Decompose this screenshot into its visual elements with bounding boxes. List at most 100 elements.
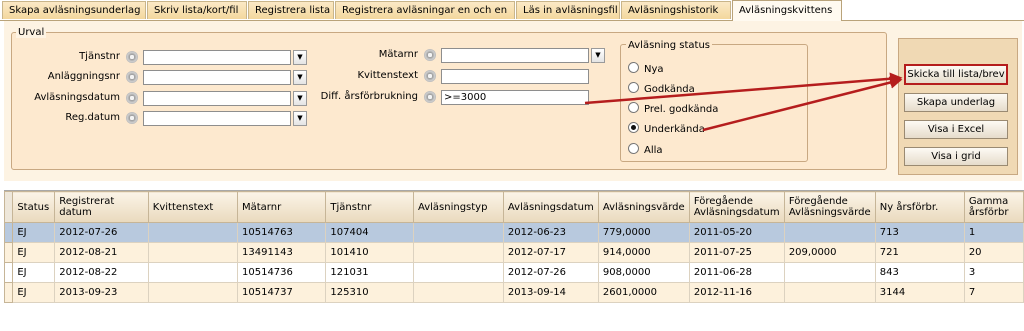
table-cell: 7 [963,282,1024,303]
anlaggningsnr-label: Anläggningsnr [47,71,120,82]
tab-avlasningskvittens[interactable]: Avläsningskvittens [732,0,842,21]
table-cell: 10514763 [236,222,327,243]
tab-avlasningshistorik[interactable]: Avläsningshistorik [621,1,731,19]
table-cell [412,222,504,243]
regdatum-input[interactable] [143,111,291,126]
radio-label: Nya [644,64,664,75]
skapa-underlag-button[interactable]: Skapa underlag [904,93,1008,112]
radio-prel-godkanda[interactable]: Prel. godkända [628,102,718,116]
radio-label: Godkända [644,84,695,95]
radio-nya[interactable]: Nya [628,62,664,76]
gear-icon[interactable] [424,91,436,103]
gear-icon[interactable] [424,49,436,61]
col-avlasningsdatum[interactable]: Avläsningsdatum [502,191,599,223]
row-header[interactable] [4,242,14,263]
table-cell: 20 [963,242,1024,263]
chevron-down-icon[interactable]: ▼ [293,70,307,85]
tab-registrera-avlasningar[interactable]: Registrera avläsningar en och en [335,1,515,19]
table-cell [412,242,504,263]
table-cell: 721 [874,242,965,263]
tab-registrera-lista[interactable]: Registrera lista [248,1,334,19]
regdatum-label: Reg.datum [65,112,120,123]
radio-selected-icon[interactable] [628,122,639,133]
tjanstnr-label: Tjänstnr [79,51,120,62]
kvittenstext-input[interactable] [441,69,589,84]
table-cell: 209,0000 [783,242,876,263]
chevron-down-icon[interactable]: ▼ [293,50,307,65]
radio-alla[interactable]: Alla [628,143,663,157]
table-cell: 2012-08-21 [54,242,149,263]
table-cell [147,282,239,303]
diff-arsforbrukning-input[interactable] [441,90,589,105]
chevron-down-icon[interactable]: ▼ [293,111,307,126]
table-cell: 908,0000 [597,262,690,283]
table-row[interactable]: EJ 2012-08-22 10514736 121031 2012-07-26 908,… [4,262,1024,283]
chevron-down-icon[interactable]: ▼ [293,91,307,106]
col-status[interactable]: Status [12,191,56,223]
col-avlasningsvarde[interactable]: Avläsningsvärde [597,191,690,223]
col-foregaende-avlasningsvarde[interactable]: Föregående Avläsningsvärde [783,191,876,223]
col-kvittenstext[interactable]: Kvittenstext [147,191,239,223]
tab-skriv-lista[interactable]: Skriv lista/kort/fil [147,1,247,19]
radio-underkanda[interactable]: Underkända [628,122,705,136]
visa-i-grid-button[interactable]: Visa i grid [904,147,1008,166]
col-registrerat-datum[interactable]: Registrerat datum [54,191,149,223]
chevron-down-icon[interactable]: ▼ [591,48,605,63]
table-cell: 2011-07-25 [688,242,785,263]
tjanstnr-input[interactable] [143,50,291,65]
radio-circle-icon[interactable] [628,62,639,73]
table-row[interactable]: EJ 2012-07-26 10514763 107404 2012-06-23 779,… [4,222,1024,243]
table-header-row: Status Registrerat datum Kvittenstext Mä… [4,191,1024,223]
visa-i-excel-button[interactable]: Visa i Excel [904,120,1008,139]
table-cell: EJ [12,222,56,243]
table-cell: 2013-09-23 [54,282,149,303]
urval-legend: Urval [16,27,47,38]
table-cell: 3 [963,262,1024,283]
radio-circle-icon[interactable] [628,102,639,113]
radio-godkanda[interactable]: Godkända [628,82,695,96]
avlasningsdatum-input[interactable] [143,91,291,106]
table-cell: 914,0000 [597,242,690,263]
table-cell: EJ [12,282,56,303]
results-table: Status Registrerat datum Kvittenstext Mä… [4,191,1024,303]
table-cell: 2012-08-22 [54,262,149,283]
table-cell: 2012-07-26 [502,262,599,283]
table-cell [783,262,876,283]
tab-skapa-avlasningsunderlag[interactable]: Skapa avläsningsunderlag [2,1,146,19]
radio-circle-icon[interactable] [628,82,639,93]
col-foregaende-avlasningsdatum[interactable]: Föregående Avläsningsdatum [688,191,785,223]
gear-icon[interactable] [126,51,138,63]
col-gamma-arsforbr[interactable]: Gamma årsförbr [963,191,1024,223]
col-tjanstnr[interactable]: Tjänstnr [325,191,414,223]
table-cell [147,262,239,283]
col-matarnr[interactable]: Mätarnr [236,191,327,223]
col-avlasningstyp[interactable]: Avläsningstyp [412,191,504,223]
anlaggningsnr-input[interactable] [143,70,291,85]
table-cell [147,222,239,243]
table-cell: 10514737 [236,282,327,303]
table-cell: 101410 [325,242,414,263]
gear-icon[interactable] [126,112,138,124]
row-header[interactable] [4,282,14,303]
table-cell: 713 [874,222,965,243]
table-cell [412,282,504,303]
radio-circle-icon[interactable] [628,143,639,154]
radio-label: Underkända [644,124,705,135]
gear-icon[interactable] [126,92,138,104]
matarnr-input[interactable] [441,48,589,63]
table-cell: 2012-07-17 [502,242,599,263]
row-header-corner [4,191,14,223]
gear-icon[interactable] [126,71,138,83]
tab-bar: Skapa avläsningsunderlag Skriv lista/kor… [0,0,1024,21]
col-ny-arsforbr[interactable]: Ny årsförbr. [874,191,965,223]
gear-icon[interactable] [424,70,436,82]
row-header[interactable] [4,262,14,283]
table-row[interactable]: EJ 2013-09-23 10514737 125310 2013-09-14 2601… [4,282,1024,303]
table-cell [783,222,876,243]
skicka-till-lista-button[interactable]: Skicka till lista/brev [904,64,1008,85]
row-header[interactable] [4,222,14,243]
tab-las-in-avlasningsfil[interactable]: Läs in avläsningsfil [516,1,620,19]
table-row[interactable]: EJ 2012-08-21 13491143 101410 2012-07-17 914,… [4,242,1024,263]
table-cell [412,262,504,283]
table-cell: EJ [12,242,56,263]
